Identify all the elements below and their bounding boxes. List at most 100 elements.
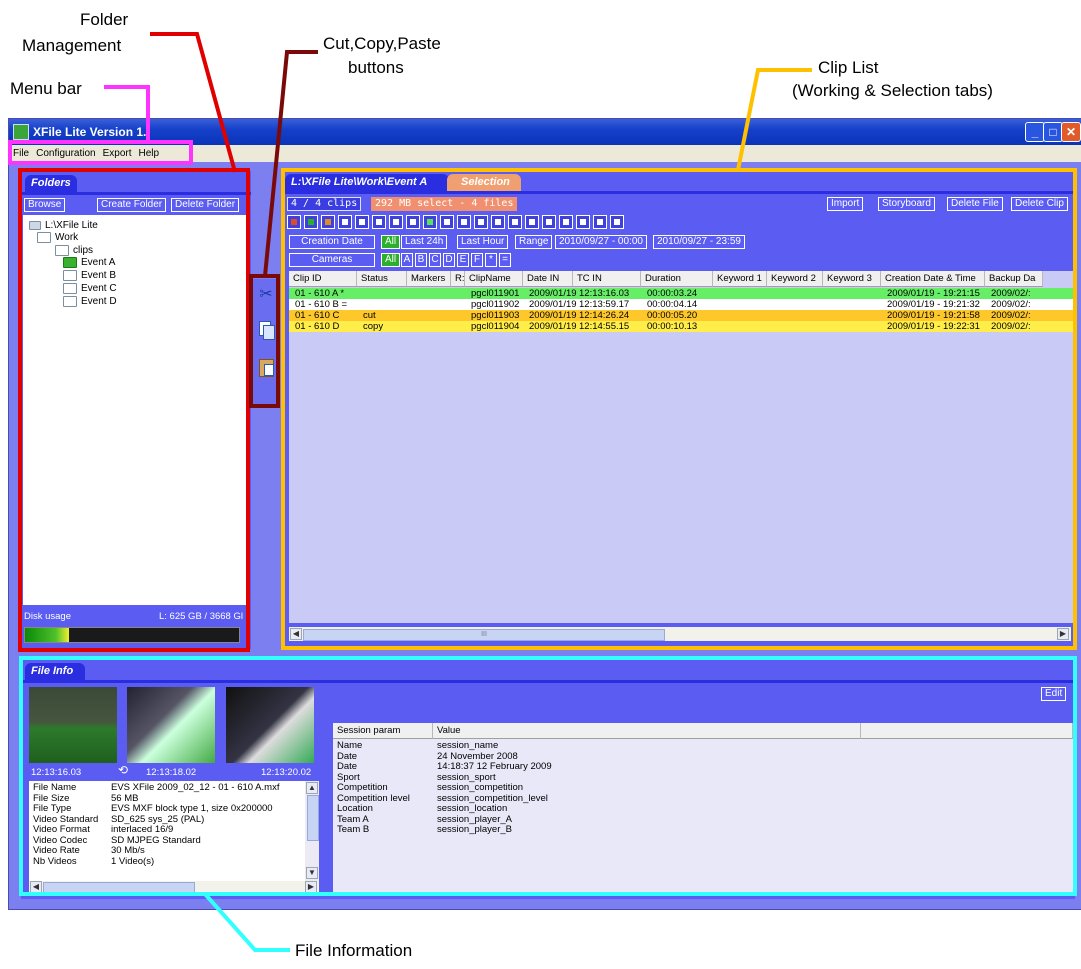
props-scroll-right-icon[interactable]: ▶ [305,881,317,893]
folder-icon [63,283,77,294]
close-icon[interactable]: ✕ [1061,122,1081,142]
column-header[interactable]: Keyword 3 [823,271,881,287]
filter-tool-icon[interactable] [525,215,539,229]
loop-icon[interactable]: ⟲ [118,763,128,777]
table-row[interactable]: 01 - 610 A * pgcl011901 2009/01/19 12:13:16… [289,288,1073,299]
scroll-thumb[interactable]: III [303,629,665,641]
column-header[interactable]: Keyword 1 [713,271,767,287]
import-button[interactable]: Import [827,197,864,211]
filter-tool-icon[interactable] [457,215,471,229]
range-to-field[interactable]: 2010/09/27 - 23:59 [653,235,745,249]
paste-icon[interactable] [259,359,274,377]
range-button[interactable]: Range [515,235,553,249]
props-vscroll[interactable]: ▲ ▼ [305,781,319,881]
props-scroll-left-icon[interactable]: ◀ [30,881,42,893]
props-hscroll-thumb[interactable] [43,882,195,893]
column-header[interactable]: R: [451,271,465,287]
props-scroll-thumb[interactable] [307,795,319,841]
camera-all-button[interactable]: All [381,253,401,267]
filter-tool-icon[interactable] [474,215,488,229]
tab-selection[interactable]: Selection [447,174,521,191]
column-header[interactable]: ClipName [465,271,523,287]
filter-tool-icon[interactable] [559,215,573,229]
storyboard-button[interactable]: Storyboard [878,197,935,211]
camera-button-2[interactable]: B [415,253,427,267]
table-row[interactable]: 01 - 610 D copy pgcl011904 2009/01/19 12:14:… [289,321,1073,332]
range-from-field[interactable]: 2010/09/27 - 00:00 [555,235,647,249]
tree-event-b[interactable]: Event B [63,270,116,281]
menu-file[interactable]: File [9,145,32,159]
column-header[interactable]: Clip ID [289,271,357,287]
column-header[interactable]: Creation Date & Time [881,271,985,287]
menu-help[interactable]: Help [135,145,163,159]
filter-tool-icon[interactable] [321,215,335,229]
filter-tool-icon[interactable] [423,215,437,229]
tab-file-info[interactable]: File Info [25,663,85,680]
thumbnail-3[interactable] [226,687,314,763]
table-row[interactable]: 01 - 610 C cut pgcl011903 2009/01/19 12:14:2… [289,310,1073,321]
filter-tool-icon[interactable] [610,215,624,229]
date-all-button[interactable]: All [381,235,401,249]
filter-tool-icon[interactable] [355,215,369,229]
minimize-icon[interactable]: _ [1025,122,1045,142]
column-header[interactable]: Markers [407,271,451,287]
column-header[interactable]: Backup Da [985,271,1043,287]
camera-button-3[interactable]: C [429,253,441,267]
camera-button-8[interactable]: = [499,253,511,267]
scroll-right-icon[interactable]: ▶ [1057,628,1069,640]
filter-tool-icon[interactable] [406,215,420,229]
filter-tool-icon[interactable] [593,215,607,229]
tree-clips[interactable]: clips [55,245,93,256]
menu-configuration[interactable]: Configuration [32,145,98,159]
filter-tool-icon[interactable] [542,215,556,229]
edit-button[interactable]: Edit [1041,687,1067,701]
scissors-icon[interactable]: ✂ [258,287,274,303]
clip-list-hscroll[interactable]: ◀ III ▶ [289,627,1071,641]
camera-button-4[interactable]: D [443,253,455,267]
filter-tool-icon[interactable] [508,215,522,229]
props-hscroll[interactable]: ◀ ▶ [29,881,319,893]
tree-root[interactable]: L:\XFile Lite [29,220,98,231]
scroll-left-icon[interactable]: ◀ [290,628,302,640]
camera-button-1[interactable]: A [401,253,413,267]
column-header[interactable]: Duration [641,271,713,287]
filter-tool-icon[interactable] [338,215,352,229]
tree-work[interactable]: Work [37,232,78,243]
camera-button-6[interactable]: F [471,253,483,267]
thumbnail-2[interactable] [127,687,215,763]
thumbnail-1[interactable] [29,687,117,763]
column-header[interactable]: Keyword 2 [767,271,823,287]
last-24h-button[interactable]: Last 24h [401,235,448,249]
filter-toolbar [287,215,767,231]
tree-event-c[interactable]: Event C [63,283,117,294]
filter-tool-icon[interactable] [491,215,505,229]
delete-clip-button[interactable]: Delete Clip [1011,197,1068,211]
props-scroll-up-icon[interactable]: ▲ [306,782,318,794]
delete-folder-button[interactable]: Delete Folder [171,198,240,212]
filter-tool-icon[interactable] [440,215,454,229]
tree-event-a[interactable]: Event A [63,257,115,268]
tree-event-d[interactable]: Event D [63,296,117,307]
create-folder-button[interactable]: Create Folder [97,198,167,212]
column-header[interactable]: Status [357,271,407,287]
column-header[interactable]: TC IN [573,271,641,287]
filter-tool-icon[interactable] [576,215,590,229]
menu-export[interactable]: Export [99,145,135,159]
camera-button-5[interactable]: E [457,253,469,267]
filter-tool-icon[interactable] [389,215,403,229]
props-scroll-down-icon[interactable]: ▼ [306,867,318,879]
table-row[interactable]: 01 - 610 B = pgcl011902 2009/01/19 12:13:59… [289,299,1073,310]
filter-tool-icon[interactable] [287,215,301,229]
camera-button-7[interactable]: * [485,253,497,267]
property-key: Nb Videos [33,855,77,867]
browse-button[interactable]: Browse [24,198,66,212]
filter-tool-icon[interactable] [372,215,386,229]
tab-folders[interactable]: Folders [25,175,77,192]
filter-tool-icon[interactable] [304,215,318,229]
tab-working[interactable]: L:\XFile Lite\Work\Event A [285,174,449,191]
copy-icon[interactable] [259,321,275,340]
last-hour-button[interactable]: Last Hour [457,235,509,249]
maximize-icon[interactable]: □ [1043,122,1063,142]
delete-file-button[interactable]: Delete File [947,197,1003,211]
column-header[interactable]: Date IN [523,271,573,287]
